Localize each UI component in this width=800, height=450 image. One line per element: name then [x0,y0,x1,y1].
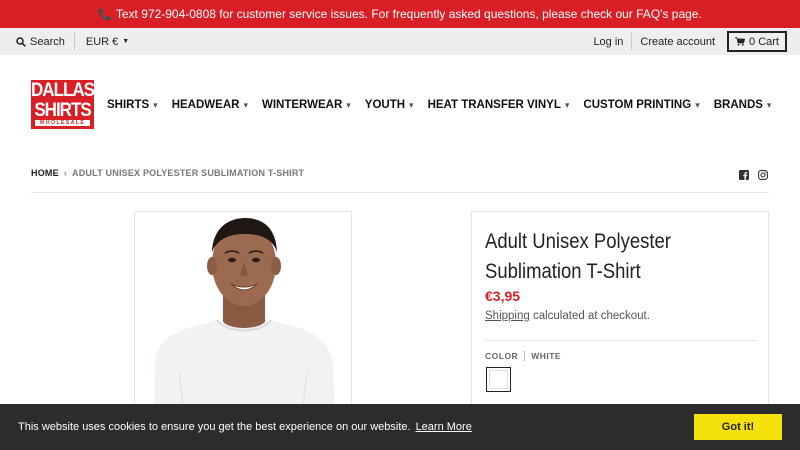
product-price: €3,95 [485,288,521,304]
dropdown-icon: ▾ [564,99,570,110]
search-button[interactable]: Search [16,36,65,48]
caret-down-icon: ▼ [122,38,130,45]
logo-line-1: DALLAS [31,80,94,101]
chevron-right-icon: › [63,168,68,178]
color-swatch-white[interactable] [486,367,511,392]
divider [524,351,526,361]
search-icon [16,36,26,47]
divider [631,33,633,50]
nav-label: HEADWEAR [171,99,240,111]
dropdown-icon: ▾ [695,99,700,110]
currency-selector[interactable]: EUR € ▼ [86,36,129,48]
facebook-link[interactable] [739,170,749,180]
nav-item-heat-transfer-vinyl[interactable]: HEAT TRANSFER VINYL ▾ [428,99,570,111]
store-logo[interactable]: DALLAS SHIRTS WHOLESALE [31,80,94,129]
divider [31,192,769,193]
breadcrumb-home[interactable]: HOME [31,168,59,178]
instagram-icon [758,170,768,180]
phone-icon: 📞 [98,8,112,21]
nav-label: SHIRTS [107,99,150,111]
nav-item-brands[interactable]: BRANDS ▾ [714,99,772,111]
divider [73,33,75,50]
announcement-text: Text 972-904-0808 for customer service i… [115,7,702,21]
nav-item-winterwear[interactable]: WINTERWEAR ▾ [262,99,351,111]
nav-label: HEAT TRANSFER VINYL [427,99,561,111]
main-nav: SHIRTS ▾ HEADWEAR ▾ WINTERWEAR ▾ YOUTH ▾ HEA… [107,96,785,114]
cart-label: 0 Cart [749,35,779,48]
nav-label: CUSTOM PRINTING [583,99,692,111]
shipping-note: Shipping calculated at checkout. [485,310,650,322]
dropdown-icon: ▾ [766,99,772,110]
currency-value: EUR € [85,35,119,48]
nav-label: BRANDS [713,99,763,111]
nav-item-headwear[interactable]: HEADWEAR ▾ [172,99,248,111]
instagram-link[interactable] [758,170,768,180]
login-link[interactable]: Log in [593,36,623,48]
logo-line-3: WHOLESALE [35,120,90,126]
shipping-link[interactable]: Shipping [485,310,530,322]
announcement-bar: 📞 Text 972-904-0808 for customer service… [0,0,800,28]
search-label: Search [30,35,65,48]
product-title: Adult Unisex Polyester Sublimation T-Shi… [485,230,671,283]
utility-bar: Search EUR € ▼ Log in Create account 0 C… [0,28,800,55]
nav-item-custom-printing[interactable]: CUSTOM PRINTING ▾ [583,99,699,111]
cookie-banner: This website uses cookies to ensure you … [0,404,800,450]
divider [485,340,757,341]
nav-item-shirts[interactable]: SHIRTS ▾ [107,99,158,111]
breadcrumb-current: ADULT UNISEX POLYESTER SUBLIMATION T-SHI… [72,168,305,178]
nav-item-youth[interactable]: YOUTH ▾ [365,99,414,111]
create-account-link[interactable]: Create account [640,36,715,48]
learn-more-link[interactable]: Learn More [416,421,472,433]
dropdown-icon: ▾ [346,99,351,110]
breadcrumb: HOME › ADULT UNISEX POLYESTER SUBLIMATIO… [31,168,304,178]
facebook-icon [739,170,749,180]
dropdown-icon: ▾ [409,99,414,110]
dropdown-icon: ▾ [243,99,248,110]
dropdown-icon: ▾ [153,99,158,110]
color-label: COLOR [485,351,519,361]
logo-line-2: SHIRTS [34,98,91,121]
cookie-message: This website uses cookies to ensure you … [18,421,411,433]
swatch-fill [489,370,508,389]
cart-button[interactable]: 0 Cart [727,31,787,52]
nav-label: WINTERWEAR [261,99,343,111]
accept-cookies-button[interactable]: Got it! [694,414,782,440]
color-value: WHITE [531,351,562,361]
color-option-label: COLOR WHITE [485,351,561,361]
shipping-text: calculated at checkout. [529,310,650,322]
nav-label: YOUTH [364,99,406,111]
cart-icon [735,37,746,46]
